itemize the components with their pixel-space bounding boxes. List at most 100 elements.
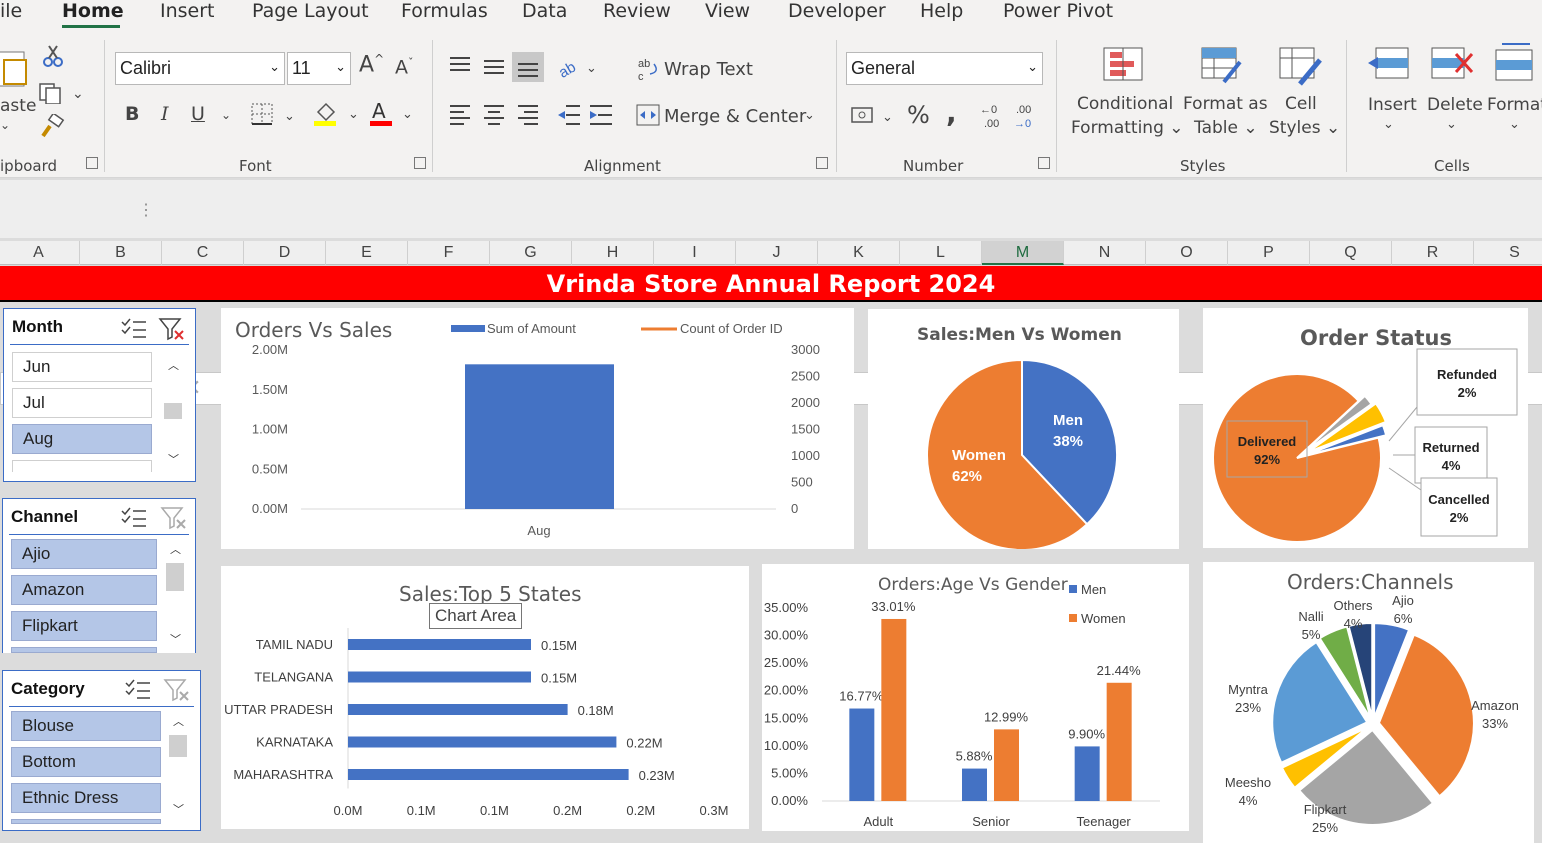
tab-page-layout[interactable]: Page Layout — [252, 0, 369, 22]
multi-select-icon[interactable] — [120, 317, 148, 339]
column-header-m[interactable]: M — [982, 241, 1064, 265]
column-header-o[interactable]: O — [1146, 241, 1228, 265]
column-header-f[interactable]: F — [408, 241, 490, 265]
delete-cells-button[interactable]: Delete — [1427, 95, 1483, 115]
cut-icon[interactable] — [42, 44, 64, 68]
merge-dropdown-icon[interactable]: ⌄ — [804, 108, 815, 123]
column-header-b[interactable]: B — [80, 241, 162, 265]
slicer-item-partial[interactable] — [12, 460, 152, 472]
chart-top5-states[interactable]: Sales:Top 5 States TAMIL NADU 0.15M TELANG… — [221, 566, 749, 829]
delete-cells-icon[interactable] — [1430, 46, 1476, 82]
tab-data[interactable]: Data — [522, 0, 567, 22]
format-as-table-label[interactable]: Format as — [1183, 94, 1268, 114]
format-painter-icon[interactable] — [40, 114, 66, 138]
slicer-item-partial[interactable] — [11, 647, 157, 653]
alignment-launcher-icon[interactable] — [816, 157, 828, 169]
scroll-up-icon[interactable]: ︿ — [170, 541, 181, 557]
paste-dropdown-icon[interactable]: ⌄ — [0, 118, 10, 132]
multi-select-icon[interactable] — [124, 678, 152, 700]
cell-styles-label-2[interactable]: Styles ⌄ — [1269, 118, 1340, 138]
borders-icon[interactable]: ⌄ — [250, 102, 298, 128]
chart-order-status[interactable]: Order Status Delivered 92% Refunded 2% Retur… — [1203, 308, 1528, 548]
slicer-item-ethnic-dress[interactable]: Ethnic Dress — [11, 783, 161, 813]
column-header-p[interactable]: P — [1228, 241, 1310, 265]
font-size-combo[interactable]: 11 ⌄ — [287, 52, 351, 85]
underline-button[interactable]: U — [191, 103, 205, 125]
scroll-down-icon[interactable]: ﹀ — [173, 801, 184, 817]
tab-developer[interactable]: Developer — [788, 0, 886, 22]
tab-home[interactable]: Home — [62, 0, 124, 22]
column-header-c[interactable]: C — [162, 241, 244, 265]
format-cells-button[interactable]: Format — [1487, 95, 1542, 115]
accounting-format-icon[interactable]: ⌄ — [850, 104, 896, 128]
increase-font-icon[interactable]: A^ — [359, 52, 384, 77]
cell-styles-label[interactable]: Cell — [1285, 94, 1317, 114]
scroll-up-icon[interactable]: ︿ — [168, 357, 179, 373]
delete-dropdown-icon[interactable]: ⌄ — [1446, 117, 1457, 132]
slicer-scrollbar-thumb[interactable] — [164, 403, 182, 419]
clear-filter-icon[interactable] — [163, 678, 191, 702]
format-dropdown-icon[interactable]: ⌄ — [1509, 117, 1520, 132]
tab-power-pivot[interactable]: Power Pivot — [1003, 0, 1113, 22]
paste-label[interactable]: aste — [0, 96, 36, 116]
italic-button[interactable]: I — [161, 103, 169, 125]
percent-style-icon[interactable]: % — [907, 101, 930, 129]
font-color-icon[interactable]: A ⌄ — [368, 100, 418, 128]
column-header-s[interactable]: S — [1474, 241, 1542, 265]
scroll-down-icon[interactable]: ﹀ — [170, 631, 181, 647]
cell-styles-icon[interactable] — [1278, 46, 1322, 86]
slicer-item-jul[interactable]: Jul — [12, 388, 152, 418]
fill-color-icon[interactable]: ⌄ — [312, 100, 362, 128]
wrap-text-button[interactable]: Wrap Text — [664, 59, 753, 80]
decrease-font-icon[interactable]: Aˇ — [395, 56, 414, 78]
slicer-item-blouse[interactable]: Blouse — [11, 711, 161, 741]
merge-center-button[interactable]: Merge & Center — [664, 106, 806, 127]
column-header-g[interactable]: G — [490, 241, 572, 265]
tab-file[interactable]: ile — [0, 0, 22, 22]
bold-button[interactable]: B — [125, 103, 139, 125]
column-header-l[interactable]: L — [900, 241, 982, 265]
merge-center-icon[interactable] — [636, 104, 660, 126]
slicer-item-ajio[interactable]: Ajio — [11, 539, 157, 569]
font-name-combo[interactable]: Calibri ⌄ — [115, 52, 285, 85]
format-cells-icon[interactable] — [1492, 42, 1538, 82]
conditional-formatting-label[interactable]: Conditional — [1077, 94, 1173, 114]
scroll-up-icon[interactable]: ︿ — [173, 713, 184, 729]
multi-select-icon[interactable] — [120, 506, 148, 528]
scroll-down-icon[interactable]: ﹀ — [168, 451, 179, 467]
column-header-a[interactable]: A — [0, 241, 80, 265]
underline-dropdown-icon[interactable]: ⌄ — [221, 108, 231, 122]
orientation-icon[interactable]: ab ⌄ — [556, 54, 600, 80]
insert-dropdown-icon[interactable]: ⌄ — [1383, 117, 1394, 132]
format-as-table-label-2[interactable]: Table ⌄ — [1194, 118, 1258, 138]
slicer-item-amazon[interactable]: Amazon — [11, 575, 157, 605]
column-header-d[interactable]: D — [244, 241, 326, 265]
tab-review[interactable]: Review — [603, 0, 671, 22]
tab-view[interactable]: View — [705, 0, 750, 22]
clipboard-launcher-icon[interactable] — [86, 157, 98, 169]
slicer-item-partial[interactable] — [11, 819, 161, 824]
format-as-table-icon[interactable] — [1200, 46, 1244, 86]
slicer-scrollbar-thumb[interactable] — [166, 563, 184, 591]
slicer-scrollbar-thumb[interactable] — [169, 735, 187, 757]
tab-insert[interactable]: Insert — [160, 0, 215, 22]
slicer-item-flipkart[interactable]: Flipkart — [11, 611, 157, 641]
chart-sales-men-women[interactable]: Sales:Men Vs Women Men 38% Women 62% — [868, 309, 1179, 549]
column-header-i[interactable]: I — [654, 241, 736, 265]
conditional-formatting-icon[interactable] — [1102, 46, 1146, 82]
clear-filter-icon[interactable] — [158, 317, 186, 341]
column-header-k[interactable]: K — [818, 241, 900, 265]
conditional-formatting-label-2[interactable]: Formatting ⌄ — [1071, 118, 1184, 138]
column-header-r[interactable]: R — [1392, 241, 1474, 265]
column-header-h[interactable]: H — [572, 241, 654, 265]
insert-cells-button[interactable]: Insert — [1368, 95, 1417, 115]
column-header-e[interactable]: E — [326, 241, 408, 265]
font-launcher-icon[interactable] — [414, 157, 426, 169]
clear-filter-icon[interactable] — [160, 506, 188, 530]
number-launcher-icon[interactable] — [1038, 157, 1050, 169]
number-format-combo[interactable]: General ⌄ — [846, 52, 1043, 85]
slicer-item-jun[interactable]: Jun — [12, 352, 152, 382]
paste-icon[interactable] — [0, 44, 32, 90]
slicer-item-aug[interactable]: Aug — [12, 424, 152, 454]
insert-cells-icon[interactable] — [1366, 46, 1412, 82]
